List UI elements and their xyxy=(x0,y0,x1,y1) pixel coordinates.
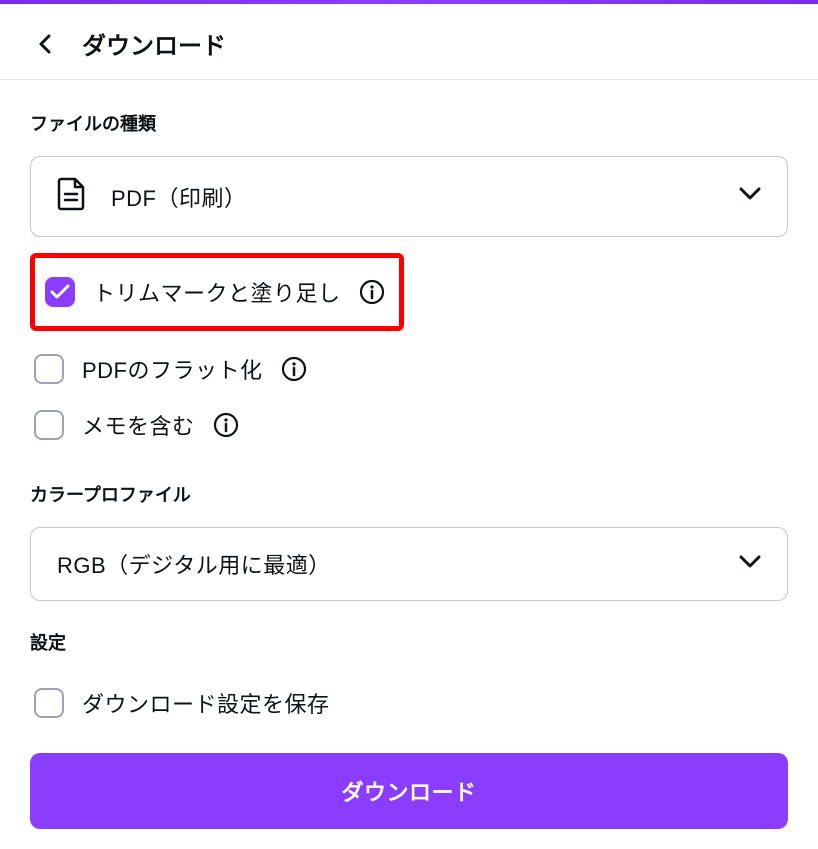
flatten-option: PDFのフラット化 xyxy=(30,341,788,397)
save-settings-checkbox[interactable] xyxy=(34,688,64,718)
include-notes-checkbox[interactable] xyxy=(34,410,64,440)
file-icon xyxy=(57,177,85,216)
color-profile-selected: RGB（デジタル用に最適） xyxy=(57,548,331,580)
info-icon[interactable] xyxy=(281,356,307,382)
color-profile-dropdown[interactable]: RGB（デジタル用に最適） xyxy=(30,527,788,601)
download-button[interactable]: ダウンロード xyxy=(30,753,788,829)
color-profile-section: カラープロファイル RGB（デジタル用に最適） xyxy=(30,481,788,601)
panel-title: ダウンロード xyxy=(82,26,226,61)
file-type-dropdown[interactable]: PDF（印刷） xyxy=(30,156,788,237)
info-icon[interactable] xyxy=(213,412,239,438)
include-notes-label: メモを含む xyxy=(82,409,195,441)
include-notes-option: メモを含む xyxy=(30,397,788,453)
settings-label: 設定 xyxy=(30,629,788,655)
dropdown-left: PDF（印刷） xyxy=(57,177,247,216)
chevron-down-icon xyxy=(739,555,761,574)
panel-header: ダウンロード xyxy=(0,4,818,79)
save-settings-option: ダウンロード設定を保存 xyxy=(30,675,788,731)
file-type-label: ファイルの種類 xyxy=(30,110,788,136)
highlight-annotation: トリムマークと塗り足し xyxy=(30,253,404,331)
file-type-selected: PDF（印刷） xyxy=(111,181,247,213)
info-icon[interactable] xyxy=(359,279,385,305)
flatten-checkbox[interactable] xyxy=(34,354,64,384)
chevron-down-icon xyxy=(739,187,761,206)
flatten-label: PDFのフラット化 xyxy=(82,353,263,385)
save-settings-label: ダウンロード設定を保存 xyxy=(82,687,330,719)
trim-marks-option: トリムマークと塗り足し xyxy=(41,264,389,320)
panel-content: ファイルの種類 PDF（印刷） xyxy=(0,80,818,849)
color-profile-label: カラープロファイル xyxy=(30,481,788,507)
settings-section: 設定 ダウンロード設定を保存 xyxy=(30,629,788,731)
trim-marks-checkbox[interactable] xyxy=(45,277,75,307)
trim-marks-label: トリムマークと塗り足し xyxy=(93,276,341,308)
back-chevron-icon[interactable] xyxy=(38,32,54,56)
